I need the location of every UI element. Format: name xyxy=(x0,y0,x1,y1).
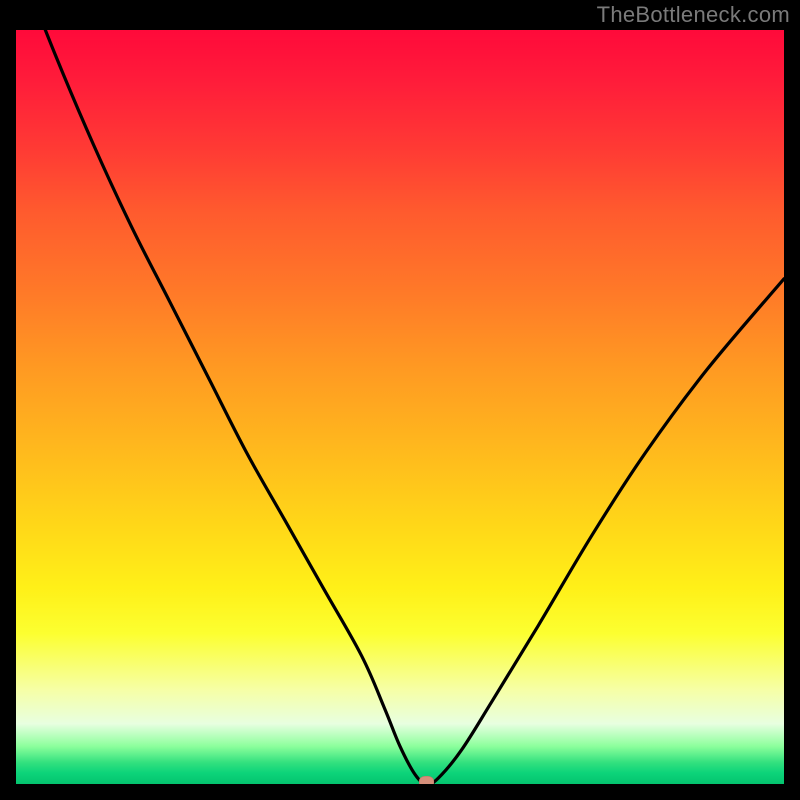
optimal-point-marker xyxy=(419,776,434,784)
watermark-text: TheBottleneck.com xyxy=(597,2,790,28)
plot-area xyxy=(16,30,784,784)
bottleneck-curve xyxy=(16,30,784,784)
chart-frame: TheBottleneck.com xyxy=(0,0,800,800)
plot-inner xyxy=(16,30,784,784)
